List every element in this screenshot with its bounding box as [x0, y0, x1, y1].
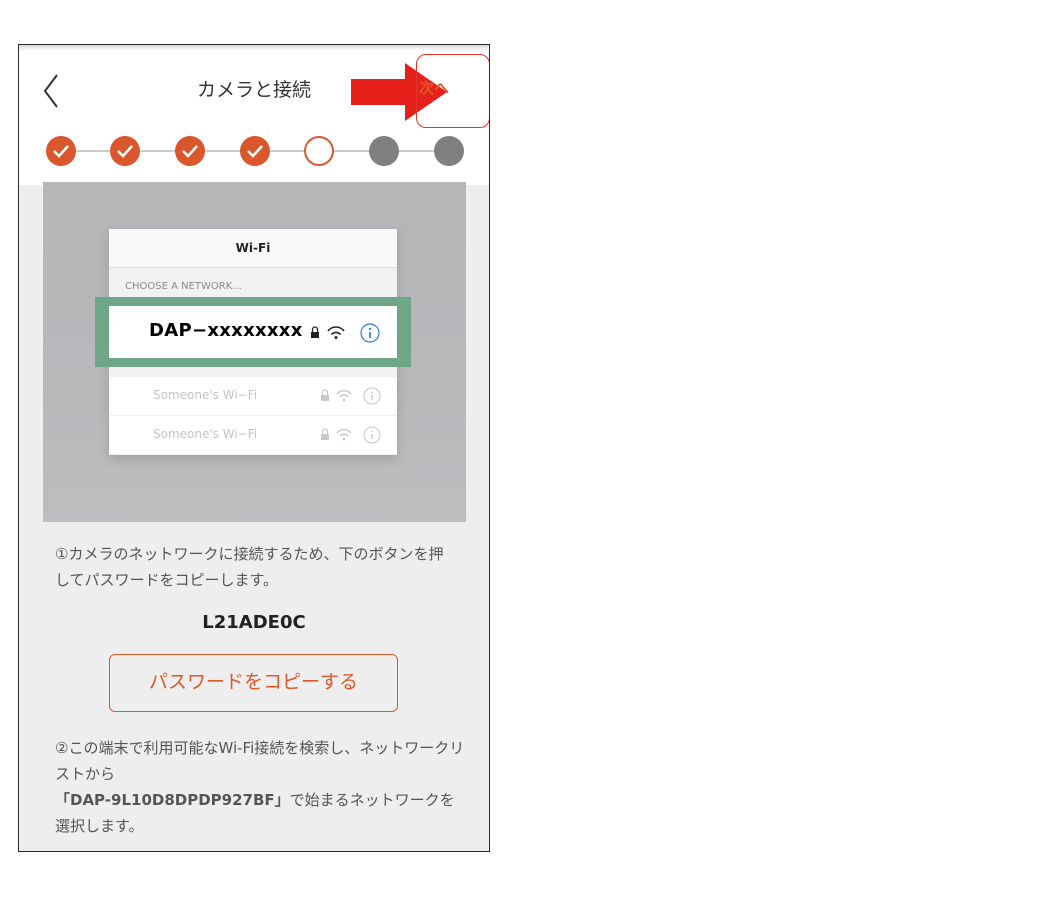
step2-network-name: 「DAP-9L10D8DPDP927BF」 — [55, 791, 290, 809]
next-button[interactable]: 次へ — [419, 77, 449, 98]
dap-network-row: DAP−xxxxxxxx — [109, 306, 397, 358]
step-7-pending — [434, 136, 464, 166]
wifi-title: Wi-Fi — [109, 229, 397, 268]
step-5-current — [304, 136, 334, 166]
step-3-done — [175, 136, 205, 166]
lock-wifi-info-icon — [321, 387, 381, 405]
password-code: L21ADE0C — [202, 612, 306, 633]
instruction-step1: ①カメラのネットワークに接続するため、下のボタンを押してパスワードをコピーします… — [55, 545, 444, 589]
dap-network-name: DAP−xxxxxxxx — [149, 320, 303, 341]
network-row: Someone's Wi−Fi — [109, 416, 397, 454]
step-4-done — [240, 136, 270, 166]
top-shadow — [19, 45, 489, 51]
step2-text-before: ②この端末で利用可能なWi-Fi接続を検索し、ネットワークリストから — [55, 739, 465, 783]
top-bar: カメラと接続 次へ — [19, 45, 489, 185]
choose-network-label: CHOOSE A NETWORK... — [125, 281, 242, 292]
phone-screen: カメラと接続 次へ Wi-Fi CHOOSE A NETWORK... Some… — [18, 44, 490, 852]
wifi-illustration: Wi-Fi CHOOSE A NETWORK... Someone's Wi−F… — [43, 182, 466, 522]
step-1-done — [46, 136, 76, 166]
network-name: Someone's Wi−Fi — [153, 388, 258, 402]
copy-password-button[interactable]: パスワードをコピーする — [109, 654, 398, 712]
lock-wifi-info-icon — [311, 323, 380, 343]
lock-wifi-info-icon — [321, 426, 381, 444]
network-name: Someone's Wi−Fi — [153, 427, 258, 441]
step-6-pending — [369, 136, 399, 166]
step-progress — [46, 136, 464, 166]
instruction-step2: ②この端末で利用可能なWi-Fi接続を検索し、ネットワークリストから 「DAP-… — [55, 735, 465, 839]
highlighted-network: DAP−xxxxxxxx — [95, 297, 411, 367]
network-row: Someone's Wi−Fi — [109, 377, 397, 415]
step-2-done — [110, 136, 140, 166]
